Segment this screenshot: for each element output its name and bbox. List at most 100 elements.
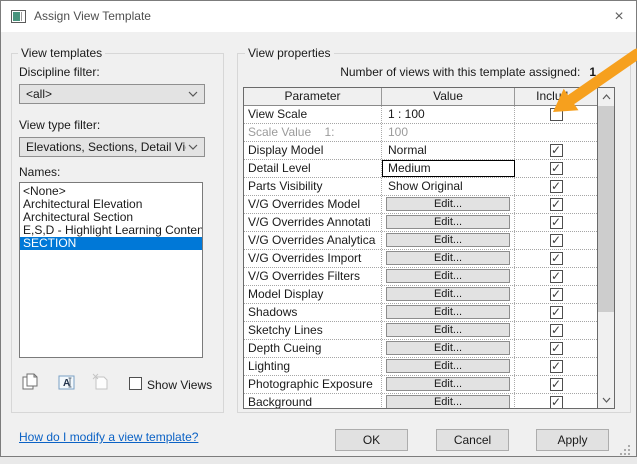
value-cell[interactable]: Edit... [382,394,515,408]
table-row: V/G Overrides Annotati Edit... ✓ [244,214,597,232]
edit-button[interactable]: Edit... [386,395,510,408]
parameter-cell: Lighting [244,358,382,375]
show-views-label: Show Views [147,378,213,392]
ok-button[interactable]: OK [335,429,408,451]
include-checkbox[interactable]: ✓ [549,378,563,391]
app-icon [11,10,26,23]
grid-scrollbar[interactable] [597,88,614,408]
value-cell[interactable]: Edit... [382,376,515,393]
title-bar[interactable]: Assign View Template × [1,1,636,32]
edit-button[interactable]: Edit... [386,215,510,229]
table-row: Shadows Edit... ✓ [244,304,597,322]
value-cell[interactable]: Normal [382,142,515,159]
value-cell[interactable]: Edit... [382,304,515,321]
include-cell: ✓ [515,160,597,177]
duplicate-icon[interactable] [22,373,40,394]
include-checkbox[interactable]: ✓ [549,180,563,193]
include-checkbox[interactable]: ✓ [549,360,563,373]
list-item[interactable]: Architectural Section [20,211,202,224]
include-checkbox[interactable]: ✓ [549,252,563,265]
include-checkbox[interactable]: ✓ [549,324,563,337]
table-row: Scale Value 1: 100 [244,124,597,142]
include-checkbox[interactable]: ✓ [549,288,563,301]
view-properties-group-title: View properties [245,46,334,60]
include-checkbox[interactable]: ✓ [549,396,563,408]
list-item[interactable]: E,S,D - Highlight Learning Content [20,224,202,237]
include-cell: ✓ [515,376,597,393]
help-link[interactable]: How do I modify a view template? [19,430,198,444]
value-cell[interactable]: Medium [382,160,515,177]
include-checkbox[interactable]: ✓ [549,162,563,175]
value-cell[interactable]: Edit... [382,232,515,249]
parameter-cell: Photographic Exposure [244,376,382,393]
edit-button[interactable]: Edit... [386,359,510,373]
edit-button[interactable]: Edit... [386,251,510,265]
value-cell[interactable]: Edit... [382,268,515,285]
list-item[interactable]: <None> [20,185,202,198]
dialog-title: Assign View Template [34,9,151,23]
scroll-down-icon[interactable] [598,391,614,408]
scroll-up-icon[interactable] [598,88,614,105]
column-header-parameter[interactable]: Parameter [244,88,382,105]
include-cell: ✓ [515,340,597,357]
grid-header: Parameter Value Include [244,88,597,106]
edit-button[interactable]: Edit... [386,305,510,319]
table-row: V/G Overrides Analytica Edit... ✓ [244,232,597,250]
table-row: Detail Level Medium ✓ [244,160,597,178]
rename-icon[interactable]: A [58,375,76,394]
table-row: View Scale 1 : 100 [244,106,597,124]
edit-button[interactable]: Edit... [386,197,510,211]
value-cell[interactable]: Edit... [382,196,515,213]
names-listbox: <None> Architectural Elevation Architectur… [19,182,203,358]
parameter-cell: Detail Level [244,160,382,177]
value-cell[interactable]: Edit... [382,286,515,303]
cancel-button[interactable]: Cancel [436,429,509,451]
view-type-filter-label: View type filter: [19,118,101,132]
parameter-cell: Parts Visibility [244,178,382,195]
edit-button[interactable]: Edit... [386,377,510,391]
value-cell[interactable]: Edit... [382,250,515,267]
parameter-cell: V/G Overrides Annotati [244,214,382,231]
include-cell [515,124,597,141]
edit-button[interactable]: Edit... [386,323,510,337]
column-header-include[interactable]: Include [515,88,596,105]
list-item[interactable]: Architectural Elevation [20,198,202,211]
value-cell[interactable]: Edit... [382,214,515,231]
include-checkbox[interactable]: ✓ [549,198,563,211]
value-cell[interactable]: Edit... [382,340,515,357]
include-checkbox[interactable]: ✓ [549,216,563,229]
list-item[interactable]: SECTION [20,237,202,250]
parameter-cell: V/G Overrides Analytica [244,232,382,249]
value-cell[interactable]: Edit... [382,322,515,339]
include-cell: ✓ [515,250,597,267]
include-checkbox[interactable]: ✓ [549,342,563,355]
show-views-checkbox[interactable] [129,377,142,390]
include-checkbox[interactable]: ✓ [549,270,563,283]
parameter-cell: Depth Cueing [244,340,382,357]
value-cell[interactable]: Edit... [382,358,515,375]
edit-button[interactable]: Edit... [386,341,510,355]
close-icon[interactable]: × [606,5,632,29]
view-type-filter-dropdown[interactable]: Elevations, Sections, Detail Views [19,137,205,157]
value-cell[interactable]: 1 : 100 [382,106,515,123]
include-cell: ✓ [515,394,597,408]
apply-button[interactable]: Apply [536,429,609,451]
parameter-cell: V/G Overrides Filters [244,268,382,285]
include-checkbox[interactable] [549,108,563,121]
edit-button[interactable]: Edit... [386,233,510,247]
value-cell[interactable]: Show Original [382,178,515,195]
include-checkbox[interactable]: ✓ [549,234,563,247]
edit-button[interactable]: Edit... [386,269,510,283]
parameter-cell: Scale Value 1: [244,124,382,141]
table-row: Sketchy Lines Edit... ✓ [244,322,597,340]
include-checkbox[interactable]: ✓ [549,144,563,157]
include-cell: ✓ [515,322,597,339]
column-header-value[interactable]: Value [382,88,515,105]
parameter-cell: Shadows [244,304,382,321]
value-cell[interactable]: 100 [382,124,515,141]
edit-button[interactable]: Edit... [386,287,510,301]
discipline-filter-dropdown[interactable]: <all> [19,84,205,104]
screen: Assign View Template × View templates Di… [0,0,637,464]
include-checkbox[interactable]: ✓ [549,306,563,319]
scrollbar-thumb[interactable] [598,106,614,312]
